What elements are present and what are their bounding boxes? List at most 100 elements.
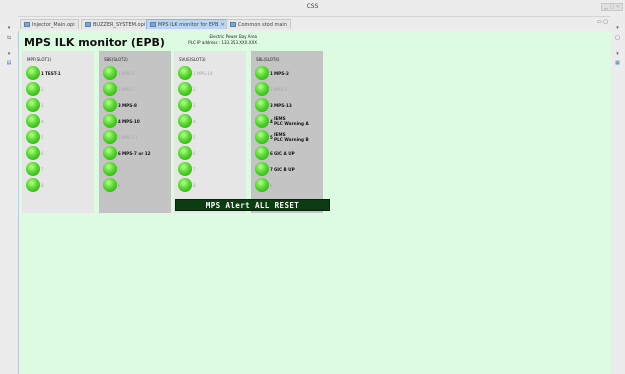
- status-led-icon: [103, 66, 117, 80]
- status-led-icon: [255, 114, 269, 128]
- tab-buzzer-system[interactable]: BUZZER_SYSTEM.opi: [81, 19, 150, 29]
- status-led-icon: [178, 114, 192, 128]
- interlock-item: 5: [178, 130, 246, 146]
- window-controls[interactable]: ▁ ▢ ✕: [601, 3, 623, 11]
- interlock-number: 3: [270, 103, 273, 108]
- interlock-item: 6 MPS-7 or 12: [103, 146, 171, 162]
- interlock-item: 2 MPS-3: [255, 82, 323, 98]
- interlock-label: MPS-3: [274, 87, 287, 92]
- status-led-icon: [26, 82, 40, 96]
- interlock-label: GIC B UP: [274, 167, 295, 172]
- interlock-number: 1: [193, 71, 196, 76]
- status-led-icon: [178, 66, 192, 80]
- explorer-icon[interactable]: ▤: [0, 60, 18, 66]
- view-controls[interactable]: ▭ ▢: [597, 19, 608, 25]
- right-toolbar: ▾ ▢ ▾ ▦: [609, 16, 625, 374]
- interlock-item: 3: [26, 98, 94, 114]
- tab-label: BUZZER_SYSTEM.opi: [93, 21, 146, 28]
- status-led-icon: [178, 130, 192, 144]
- interlock-number: 5: [270, 135, 273, 140]
- interlock-item: 4 MPS-10: [103, 114, 171, 130]
- interlock-item: 7: [178, 162, 246, 178]
- status-led-icon: [178, 146, 192, 160]
- interlock-number: 7: [41, 167, 44, 172]
- status-led-icon: [26, 146, 40, 160]
- interlock-item: 1 MPS-14: [178, 66, 246, 82]
- status-led-icon: [178, 82, 192, 96]
- interlock-number: 2: [118, 87, 121, 92]
- status-led-icon: [255, 162, 269, 176]
- status-led-icon: [103, 130, 117, 144]
- interlock-item: 5 MPS-11: [103, 130, 171, 146]
- minimize-panel-icon-right-2[interactable]: ▾: [610, 51, 625, 57]
- editor-tab-bar: Injector_Main.opi BUZZER_SYSTEM.opi MPS …: [18, 17, 610, 32]
- interlock-label: MPS-11: [122, 135, 138, 140]
- status-led-icon: [26, 130, 40, 144]
- status-led-icon: [26, 114, 40, 128]
- minimize-panel-icon-2[interactable]: ▾: [0, 51, 18, 57]
- interlock-label: MPS-2: [274, 71, 289, 76]
- status-led-icon: [178, 162, 192, 176]
- interlock-number: 2: [270, 87, 273, 92]
- status-led-icon: [103, 146, 117, 160]
- status-led-icon: [26, 162, 40, 176]
- plc-ip-address: PLC IP address : 133.353.XXX.XXX: [188, 40, 257, 45]
- slot-panel-header: SBL(SLOT4): [256, 57, 280, 62]
- slot-panel-header: SBE(SLOT2): [104, 57, 128, 62]
- tab-mps-ilk-monitor[interactable]: MPS ILK monitor for EPB ✕: [146, 19, 229, 29]
- opi-file-icon: [150, 22, 156, 27]
- slot-panel-header: SVUE(SLOT3): [179, 57, 206, 62]
- interlock-label: TEST-1: [45, 71, 61, 76]
- status-led-icon: [103, 162, 117, 176]
- interlock-item: 1 MPS-2: [255, 66, 323, 82]
- left-toolbar: ▾ ⇆ ▾ ▤: [0, 16, 19, 374]
- status-led-icon: [178, 178, 192, 192]
- minimize-panel-icon-right[interactable]: ▾: [610, 25, 625, 31]
- interlock-number: 4: [193, 119, 196, 124]
- tab-label: MPS ILK monitor for EPB: [158, 21, 219, 28]
- interlock-number: 1: [41, 71, 44, 76]
- interlock-item: 2: [178, 82, 246, 98]
- interlock-item: 7: [26, 162, 94, 178]
- interlock-label: MPS-7: [122, 87, 135, 92]
- interlock-number: 5: [193, 135, 196, 140]
- interlock-item: 6: [178, 146, 246, 162]
- interlock-item: 5 IEMS PLC Warning B: [255, 130, 323, 146]
- interlock-item: 5: [26, 130, 94, 146]
- opi-file-icon: [230, 22, 236, 27]
- status-led-icon: [26, 178, 40, 192]
- interlock-label: GIC A UP: [274, 151, 295, 156]
- interlock-label: MPS-8: [122, 103, 137, 108]
- interlock-number: 8: [41, 183, 44, 188]
- interlock-number: 5: [41, 135, 44, 140]
- area-info: Electric Power Bay Area PLC IP address :…: [169, 34, 257, 46]
- interlock-item: 6 GIC A UP: [255, 146, 323, 162]
- interlock-label: MPS-10: [122, 119, 140, 124]
- slot-panel-1: MPF(SLOT1) 1 TEST-1 2 3 4 5 6 7 8: [22, 51, 94, 213]
- window-titlebar: CSS ▁ ▢ ✕: [0, 0, 625, 17]
- interlock-item: 7: [103, 162, 171, 178]
- status-led-icon: [103, 98, 117, 112]
- window-title: CSS: [306, 3, 319, 10]
- interlock-number: 8: [193, 183, 196, 188]
- interlock-item: 6: [26, 146, 94, 162]
- tab-injector-main[interactable]: Injector_Main.opi: [20, 19, 79, 29]
- opi-file-icon: [85, 22, 91, 27]
- close-tab-icon[interactable]: ✕: [220, 22, 224, 28]
- status-led-icon: [255, 146, 269, 160]
- maximize-panel-icon[interactable]: ▢: [610, 35, 625, 41]
- interlock-number: 4: [118, 119, 121, 124]
- properties-icon[interactable]: ▦: [610, 60, 625, 66]
- interlock-label: MPS-5: [122, 71, 135, 76]
- tab-label: Common stod main: [238, 21, 287, 28]
- tab-common-stod-main[interactable]: Common stod main: [226, 19, 291, 29]
- slot-panel-4: SBL(SLOT4) 1 MPS-2 2 MPS-3 3 MPS-13 4 IEMS PLC W…: [251, 51, 323, 213]
- status-led-icon: [103, 178, 117, 192]
- mps-alert-reset-button[interactable]: MPS Alert ALL RESET: [175, 199, 330, 211]
- minimize-panel-icon[interactable]: ▾: [0, 25, 18, 31]
- interlock-number: 3: [41, 103, 44, 108]
- interlock-number: 4: [270, 119, 273, 124]
- restore-panel-icon[interactable]: ⇆: [0, 35, 18, 41]
- status-led-icon: [255, 98, 269, 112]
- interlock-number: 6: [193, 151, 196, 156]
